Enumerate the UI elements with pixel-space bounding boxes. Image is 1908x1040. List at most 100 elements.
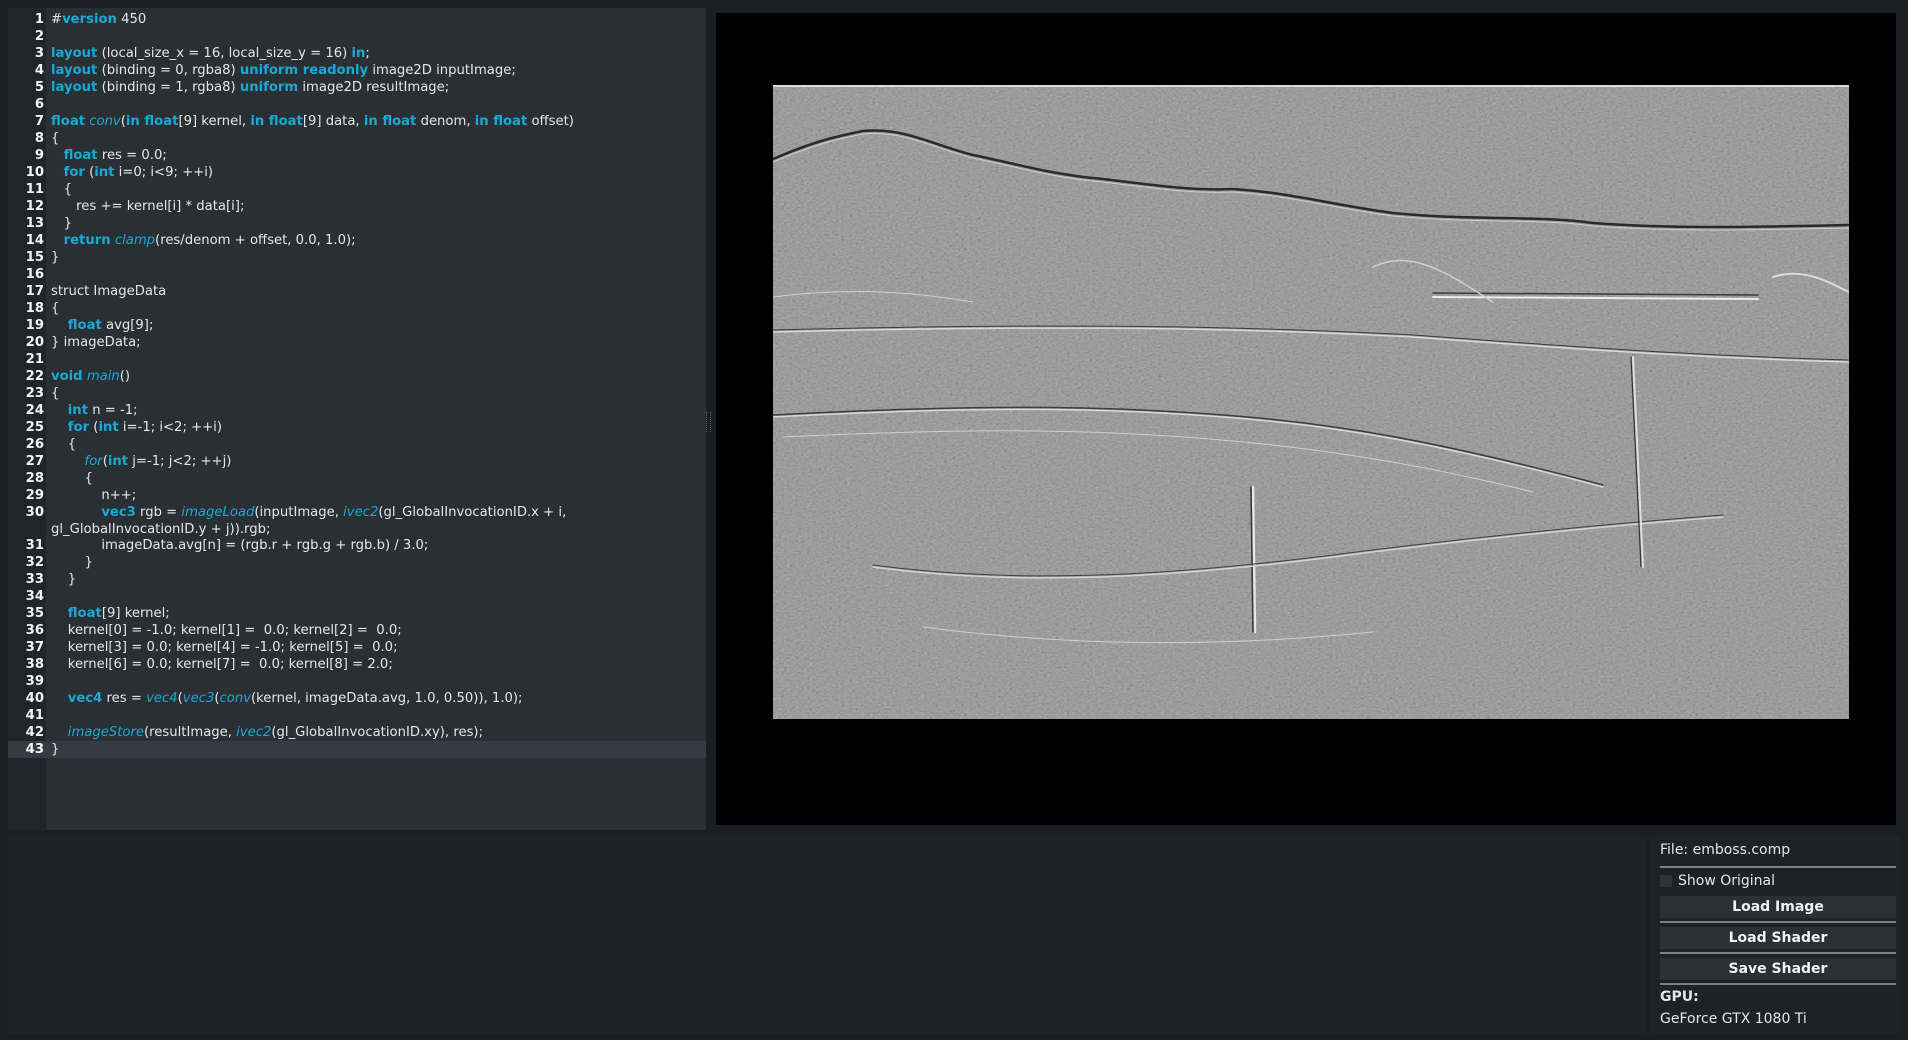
code-text[interactable]: kernel[3] = 0.0; kernel[4] = -1.0; kerne…	[51, 639, 700, 656]
line-number: 1	[34, 12, 44, 27]
code-line[interactable]: 43}	[8, 741, 706, 758]
line-number: 20	[25, 335, 44, 350]
line-number: 41	[25, 708, 44, 723]
code-line[interactable]: 16	[8, 266, 706, 283]
code-line[interactable]: 18 {	[8, 300, 706, 317]
code-text[interactable]: for (int i=0; i<9; ++i)	[51, 164, 700, 181]
code-text[interactable]: }	[51, 215, 700, 232]
code-text[interactable]: imageData.avg[n] = (rgb.r + rgb.g + rgb.…	[51, 537, 700, 554]
code-line[interactable]: 37 kernel[3] = 0.0; kernel[4] = -1.0; ke…	[8, 639, 706, 656]
code-line[interactable]: 2	[8, 28, 706, 45]
code-text[interactable]: {	[51, 385, 700, 402]
separator	[1660, 983, 1896, 985]
code-line[interactable]: 26 {	[8, 436, 706, 453]
code-line[interactable]: 10 for (int i=0; i<9; ++i)	[8, 164, 706, 181]
code-line[interactable]: 33 }	[8, 571, 706, 588]
code-line[interactable]: 29 n++;	[8, 487, 706, 504]
code-line[interactable]: 30 vec3 rgb = imageLoad(inputImage, ivec…	[8, 504, 706, 537]
code-text[interactable]: float res = 0.0;	[51, 147, 700, 164]
code-area[interactable]: 1 #version 450 2 3 layout (local_size_x = 16…	[8, 11, 706, 758]
code-line[interactable]: 5 layout (binding = 1, rgba8) uniform ima…	[8, 79, 706, 96]
code-text[interactable]: float avg[9];	[51, 317, 700, 334]
code-text[interactable]: }	[51, 249, 700, 266]
shader-code-editor[interactable]: 1 #version 450 2 3 layout (local_size_x = 16…	[8, 8, 706, 830]
code-text[interactable]: }	[51, 554, 700, 571]
code-line[interactable]: 28 {	[8, 470, 706, 487]
code-line[interactable]: 15}	[8, 249, 706, 266]
show-original-toggle[interactable]: Show Original	[1660, 872, 1775, 890]
code-text[interactable]: #version 450	[51, 11, 700, 28]
code-line[interactable]: 4 layout (binding = 0, rgba8) uniform rea…	[8, 62, 706, 79]
code-text[interactable]: imageStore(resultImage, ivec2(gl_GlobalI…	[51, 724, 700, 741]
code-text[interactable]: {	[51, 436, 700, 453]
code-line[interactable]: 3 layout (local_size_x = 16, local_size_y…	[8, 45, 706, 62]
code-line[interactable]: 41	[8, 707, 706, 724]
code-line[interactable]: 32 }	[8, 554, 706, 571]
code-line[interactable]: 6	[8, 96, 706, 113]
code-text[interactable]: {	[51, 300, 700, 317]
code-text[interactable]: float conv(in float[9] kernel, in float[…	[51, 113, 700, 130]
code-line[interactable]: 9 float res = 0.0;	[8, 147, 706, 164]
code-line[interactable]: 36 kernel[0] = -1.0; kernel[1] = 0.0; ke…	[8, 622, 706, 639]
code-text[interactable]: for (int i=-1; i<2; ++i)	[51, 419, 700, 436]
line-number: 40	[25, 691, 44, 706]
code-line[interactable]: 12 res += kernel[i] * data[i];	[8, 198, 706, 215]
code-line[interactable]: 8{	[8, 130, 706, 147]
line-number: 16	[25, 267, 44, 282]
code-text[interactable]: res += kernel[i] * data[i];	[51, 198, 700, 215]
code-line[interactable]: 14 return clamp(res/denom + offset, 0.0,…	[8, 232, 706, 249]
show-original-checkbox[interactable]	[1660, 875, 1672, 887]
code-text[interactable]: vec3 rgb = imageLoad(inputImage, ivec2(g…	[51, 504, 700, 538]
line-number: 42	[25, 725, 44, 740]
line-number: 6	[34, 97, 44, 112]
code-line[interactable]: 17 struct ImageData	[8, 283, 706, 300]
code-line[interactable]: 38 kernel[6] = 0.0; kernel[7] = 0.0; ker…	[8, 656, 706, 673]
code-line[interactable]: 21	[8, 351, 706, 368]
code-line[interactable]: 27 for(int j=-1; j<2; ++j)	[8, 453, 706, 470]
separator	[1660, 921, 1896, 923]
code-text[interactable]: {	[51, 181, 700, 198]
code-text[interactable]: n++;	[51, 487, 700, 504]
code-line[interactable]: 31 imageData.avg[n] = (rgb.r + rgb.g + r…	[8, 537, 706, 554]
code-text[interactable]: {	[51, 470, 700, 487]
code-text[interactable]: void main()	[51, 368, 700, 385]
code-text[interactable]: return clamp(res/denom + offset, 0.0, 1.…	[51, 232, 700, 249]
code-text[interactable]: }	[51, 741, 700, 758]
code-line[interactable]: 1 #version 450	[8, 11, 706, 28]
code-line[interactable]: 34	[8, 588, 706, 605]
code-line[interactable]: 40 vec4 res = vec4(vec3(conv(kernel, ima…	[8, 690, 706, 707]
splitter-handle[interactable]	[706, 412, 711, 432]
code-text[interactable]: struct ImageData	[51, 283, 700, 300]
code-line[interactable]: 39	[8, 673, 706, 690]
code-line[interactable]: 23 {	[8, 385, 706, 402]
image-preview	[716, 13, 1896, 825]
code-line[interactable]: 19 float avg[9];	[8, 317, 706, 334]
line-number: 43	[25, 742, 44, 757]
code-line[interactable]: 22 void main()	[8, 368, 706, 385]
code-line[interactable]: 20 } imageData;	[8, 334, 706, 351]
line-number: 12	[25, 199, 44, 214]
code-text[interactable]: vec4 res = vec4(vec3(conv(kernel, imageD…	[51, 690, 700, 707]
code-text[interactable]: } imageData;	[51, 334, 700, 351]
code-text[interactable]: layout (binding = 1, rgba8) uniform imag…	[51, 79, 700, 96]
load-image-button[interactable]: Load Image	[1660, 896, 1896, 918]
code-line[interactable]: 11 {	[8, 181, 706, 198]
code-text[interactable]: int n = -1;	[51, 402, 700, 419]
code-text[interactable]: layout (local_size_x = 16, local_size_y …	[51, 45, 700, 62]
code-text[interactable]: }	[51, 571, 700, 588]
code-line[interactable]: 24 int n = -1;	[8, 402, 706, 419]
code-text[interactable]: layout (binding = 0, rgba8) uniform read…	[51, 62, 700, 79]
code-line[interactable]: 35 float[9] kernel;	[8, 605, 706, 622]
code-text[interactable]: {	[51, 130, 700, 147]
load-shader-button[interactable]: Load Shader	[1660, 927, 1896, 949]
code-line[interactable]: 25 for (int i=-1; i<2; ++i)	[8, 419, 706, 436]
code-text[interactable]: kernel[6] = 0.0; kernel[7] = 0.0; kernel…	[51, 656, 700, 673]
code-line[interactable]: 13 }	[8, 215, 706, 232]
save-shader-button[interactable]: Save Shader	[1660, 958, 1896, 980]
control-panel: File: emboss.comp Show Original Load Ima…	[1650, 836, 1900, 1034]
code-text[interactable]: for(int j=-1; j<2; ++j)	[51, 453, 700, 470]
code-text[interactable]: kernel[0] = -1.0; kernel[1] = 0.0; kerne…	[51, 622, 700, 639]
code-line[interactable]: 42 imageStore(resultImage, ivec2(gl_Glob…	[8, 724, 706, 741]
code-line[interactable]: 7 float conv(in float[9] kernel, in float…	[8, 113, 706, 130]
code-text[interactable]: float[9] kernel;	[51, 605, 700, 622]
